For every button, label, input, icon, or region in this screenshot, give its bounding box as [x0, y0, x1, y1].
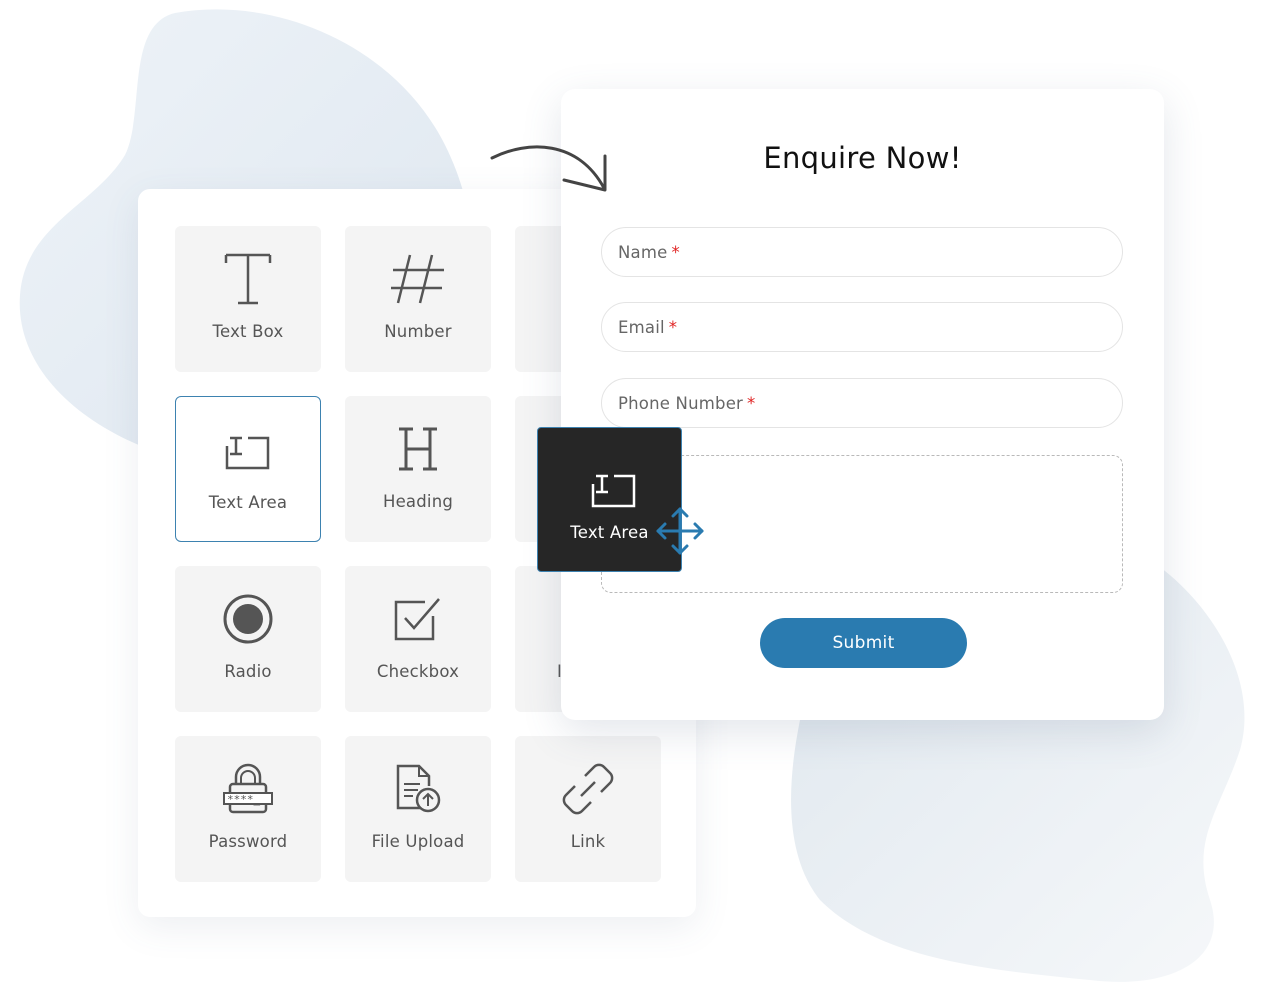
palette-tile-text-area[interactable]: Text Area — [175, 396, 321, 542]
svg-text:****_: ****_ — [227, 793, 260, 806]
required-marker: * — [671, 243, 680, 262]
tile-label: Password — [208, 832, 288, 851]
palette-tile-file-upload[interactable]: File Upload — [345, 736, 491, 882]
required-marker: * — [668, 318, 678, 337]
palette-tile-heading[interactable]: Heading — [345, 396, 491, 542]
tile-label: Link — [570, 832, 606, 851]
name-field[interactable]: Name * — [601, 227, 1123, 277]
tile-label: Text Box — [212, 322, 284, 341]
enquiry-form-card: Enquire Now! Name * Email * Phone Number * … — [561, 89, 1164, 720]
number-icon — [345, 248, 491, 310]
email-field-label: Email * — [618, 318, 678, 337]
form-title: Enquire Now! — [763, 141, 962, 175]
palette-tile-text-box[interactable]: Text Box — [175, 226, 321, 372]
tile-label: Radio — [224, 662, 272, 681]
text-box-icon — [175, 248, 321, 310]
checkbox-icon — [345, 588, 491, 650]
radio-icon — [175, 588, 321, 650]
palette-tile-password[interactable]: ****_ Password — [175, 736, 321, 882]
link-icon — [515, 758, 661, 820]
palette-tile-radio[interactable]: Radio — [175, 566, 321, 712]
name-field-label: Name * — [618, 243, 680, 262]
file-upload-icon — [345, 758, 491, 820]
required-marker: * — [747, 394, 756, 413]
submit-button[interactable]: Submit — [760, 618, 967, 668]
curved-arrow-icon — [490, 145, 607, 192]
text-area-icon — [591, 474, 636, 508]
tile-label: Text Area — [208, 493, 288, 512]
text-area-icon — [176, 427, 320, 479]
tile-label: Number — [384, 322, 452, 341]
palette-tile-link[interactable]: Link — [515, 736, 661, 882]
tile-label: Heading — [382, 492, 454, 511]
move-cursor-icon — [656, 507, 704, 555]
heading-icon — [345, 418, 491, 480]
palette-tile-number[interactable]: Number — [345, 226, 491, 372]
phone-number-field[interactable]: Phone Number * — [601, 378, 1123, 428]
phone-number-field-label: Phone Number * — [618, 394, 756, 413]
password-icon: ****_ — [175, 758, 321, 820]
palette-tile-checkbox[interactable]: Checkbox — [345, 566, 491, 712]
tile-label: File Upload — [371, 832, 465, 851]
email-field[interactable]: Email * — [601, 302, 1123, 352]
tile-label: Checkbox — [376, 662, 460, 681]
